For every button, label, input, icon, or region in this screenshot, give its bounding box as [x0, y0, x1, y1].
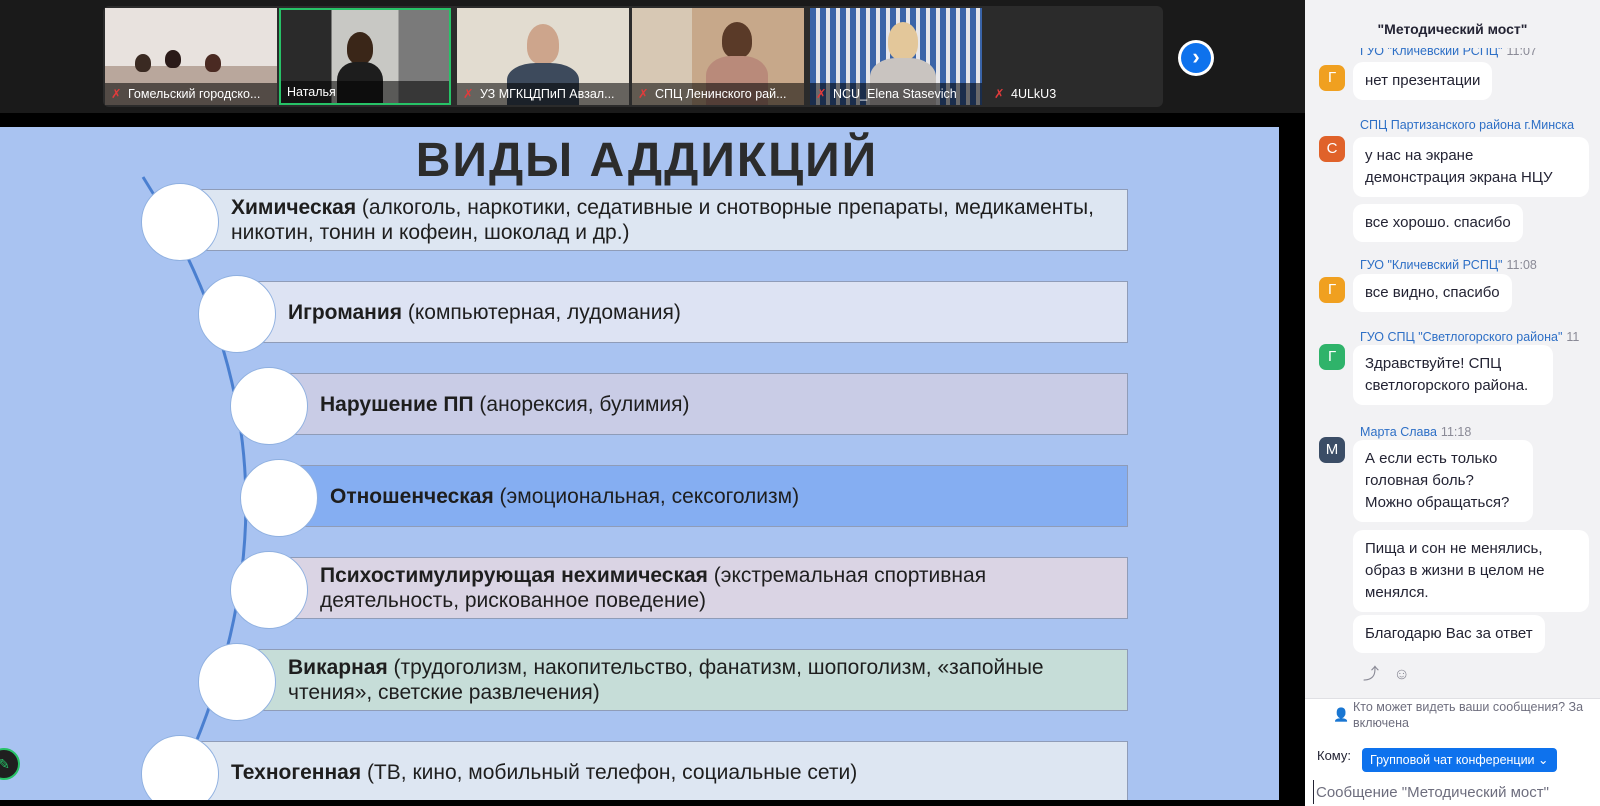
participant-figure	[722, 22, 752, 58]
avatar: Г	[1319, 65, 1345, 91]
slide-row-relationship: Отношенческая (эмоциональная, сексоголиз…	[282, 465, 1128, 527]
message-bubble[interactable]: А если есть только головная боль? Можно …	[1353, 440, 1533, 522]
slide-row-vicarious: Викарная (трудоголизм, накопительство, ф…	[240, 649, 1128, 711]
video-tile-spc-leninsky[interactable]: ✗ СПЦ Ленинского рай...	[632, 8, 804, 105]
mic-muted-icon: ✗	[111, 87, 122, 101]
video-tile-natalya[interactable]: Наталья	[279, 8, 451, 105]
next-page-button[interactable]: ›	[1178, 40, 1214, 76]
participant-name: ✗ 4ULkU3	[988, 83, 1160, 105]
add-reaction-icon[interactable]: ☺	[1393, 666, 1409, 683]
participant-figure	[165, 50, 181, 68]
slide-row-gaming: Игромания (компьютерная, лудомания)	[240, 281, 1128, 343]
bullet-circle	[198, 643, 276, 721]
bullet-circle	[230, 551, 308, 629]
recipient-dropdown[interactable]: Групповой чат конференции ⌄	[1362, 748, 1557, 772]
video-tile-elena-stasevich[interactable]: ✗ NCU_Elena Stasevich	[810, 8, 982, 105]
row-heading: Техногенная	[231, 760, 362, 784]
slide-row-psychostimulating: Психостимулирующая нехимическая (экстрем…	[272, 557, 1128, 619]
recipient-label: Кому:	[1317, 748, 1351, 763]
participant-name: ✗ СПЦ Ленинского рай...	[632, 83, 804, 105]
video-tile-4ulku3[interactable]: ✗ 4ULkU3	[988, 8, 1160, 105]
message-sender: Марта Слава 11:18	[1360, 425, 1472, 439]
chevron-right-icon: ›	[1181, 43, 1211, 73]
row-text: (эмоциональная, сексоголизм)	[493, 484, 800, 508]
message-sender: ГУО "Кличевский РСПЦ" 11:08	[1360, 258, 1537, 272]
video-strip: ✗ Гомельский городско... Наталья ✗ УЗ МГКЦ…	[0, 0, 1305, 113]
row-heading: Отношенческая	[330, 484, 494, 508]
row-text: (компьютерная, лудомания)	[402, 300, 681, 324]
row-heading: Викарная	[288, 656, 388, 679]
participant-figure	[205, 54, 221, 72]
row-text: (алкоголь, наркотики, седативные и снотв…	[231, 196, 1094, 244]
participant-figure	[888, 22, 918, 60]
mic-muted-icon: ✗	[463, 87, 474, 101]
bullet-circle	[141, 183, 219, 261]
participant-figure	[527, 24, 559, 64]
participant-name: Наталья	[281, 81, 449, 103]
presentation-slide: ВИДЫ АДДИКЦИЙ Химическая (алкоголь, нарк…	[0, 127, 1279, 800]
row-heading: Нарушение ПП	[320, 392, 474, 416]
message-bubble[interactable]: все хорошо. спасибо	[1353, 204, 1523, 242]
message-bubble[interactable]: Благодарю Вас за ответ	[1353, 615, 1545, 653]
message-bubble[interactable]: у нас на экране демонстрация экрана НЦУ	[1353, 137, 1589, 197]
privacy-notice[interactable]: 👤 Кто может видеть ваши сообщения? За вк…	[1305, 698, 1600, 734]
mic-muted-icon: ✗	[816, 87, 827, 101]
slide-row-eating: Нарушение ПП (анорексия, булимия)	[272, 373, 1128, 435]
bullet-circle	[230, 367, 308, 445]
avatar: М	[1319, 437, 1345, 463]
message-bubble[interactable]: все видно, спасибо	[1353, 274, 1512, 312]
row-heading: Психостимулирующая нехимическая	[320, 564, 708, 587]
chat-message-list[interactable]: ГУО "Кличевский РСПЦ" 11:07 Г нет презент…	[1305, 48, 1600, 698]
row-heading: Игромания	[288, 300, 403, 324]
bullet-circle	[198, 275, 276, 353]
slide-row-chemical: Химическая (алкоголь, наркотики, седатив…	[182, 189, 1128, 251]
privacy-text: Кто может видеть ваши сообщения? За вклю…	[1353, 700, 1584, 730]
chat-panel: "Методический мост" ГУО "Кличевский РСПЦ…	[1305, 0, 1600, 806]
video-tile-gomel[interactable]: ✗ Гомельский городско...	[105, 8, 277, 105]
row-text: (трудоголизм, накопительство, фанатизм, …	[288, 656, 1044, 704]
row-text: (анорексия, булимия)	[473, 392, 690, 416]
message-sender: ГУО СПЦ "Светлогорского района" 11	[1360, 330, 1580, 344]
row-text: (ТВ, кино, мобильный телефон, социальные…	[361, 760, 858, 784]
message-bubble[interactable]: Пища и сон не менялись, образ в жизни в …	[1353, 530, 1589, 612]
bullet-circle	[240, 459, 318, 537]
message-actions: ⤴ ☺	[1363, 660, 1410, 684]
mic-muted-icon: ✗	[994, 87, 1005, 101]
chat-message-input[interactable]	[1313, 780, 1600, 804]
participant-name: ✗ УЗ МГКЦДПиП Авзал...	[457, 83, 629, 105]
reply-icon[interactable]: ⤴	[1363, 666, 1379, 683]
chat-title: "Методический мост"	[1305, 0, 1600, 48]
participant-figure	[347, 32, 373, 64]
message-sender: ГУО "Кличевский РСПЦ" 11:07	[1360, 48, 1537, 58]
bottom-bar	[0, 800, 1305, 806]
message-bubble[interactable]: нет презентации	[1353, 62, 1493, 100]
chevron-down-icon: ⌄	[1538, 753, 1549, 767]
message-sender: СПЦ Партизанского района г.Минска	[1360, 118, 1575, 132]
video-tile-uz-mgkcdpip[interactable]: ✗ УЗ МГКЦДПиП Авзал...	[457, 8, 629, 105]
user-privacy-icon: 👤	[1333, 707, 1350, 722]
message-bubble[interactable]: Здравствуйте! СПЦ светлогорского района.	[1353, 345, 1553, 405]
slide-row-technogenic: Техногенная (ТВ, кино, мобильный телефон…	[182, 741, 1128, 800]
zoom-window: ✗ Гомельский городско... Наталья ✗ УЗ МГКЦ…	[0, 0, 1600, 806]
participant-figure	[135, 54, 151, 72]
avatar: Г	[1319, 277, 1345, 303]
avatar: С	[1319, 136, 1345, 162]
mic-muted-icon: ✗	[638, 87, 649, 101]
participant-name: ✗ Гомельский городско...	[105, 83, 277, 105]
avatar: Г	[1319, 344, 1345, 370]
shared-screen: ВИДЫ АДДИКЦИЙ Химическая (алкоголь, нарк…	[0, 113, 1305, 800]
participant-name: ✗ NCU_Elena Stasevich	[810, 83, 982, 105]
row-heading: Химическая	[231, 196, 357, 219]
